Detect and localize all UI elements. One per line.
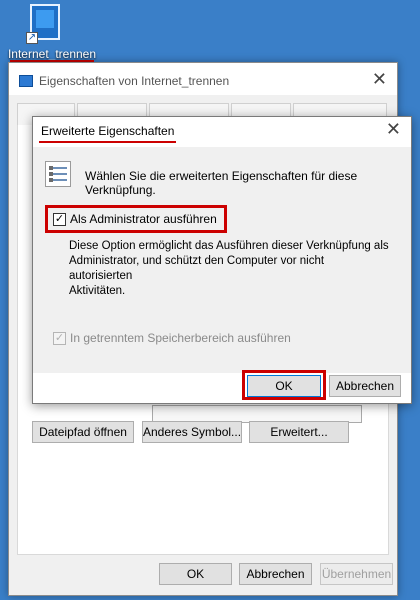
window-titlebar[interactable]: Eigenschaften von Internet_trennen ✕ bbox=[9, 63, 397, 95]
run-as-admin-label[interactable]: Als Administrator ausführen bbox=[70, 212, 217, 226]
separate-memory-label: In getrenntem Speicherbereich ausführen bbox=[70, 331, 291, 345]
window-cancel-button[interactable]: Abbrechen bbox=[239, 563, 312, 585]
run-as-admin-checkbox[interactable]: ✓ bbox=[53, 212, 66, 226]
advanced-properties-dialog: Erweiterte Eigenschaften ✕ Wählen Sie di… bbox=[32, 116, 412, 404]
change-icon-button[interactable]: Anderes Symbol... bbox=[142, 421, 242, 443]
dialog-close-icon[interactable]: ✕ bbox=[386, 119, 401, 140]
list-properties-icon bbox=[45, 161, 71, 187]
run-as-admin-row[interactable]: ✓ Als Administrator ausführen bbox=[45, 205, 227, 233]
window-apply-button: Übernehmen bbox=[320, 563, 393, 585]
open-path-button[interactable]: Dateipfad öffnen bbox=[32, 421, 134, 443]
desktop-shortcut-label: Internet_trennen bbox=[4, 47, 100, 62]
shortcut-app-icon bbox=[19, 75, 33, 87]
run-as-admin-description: Diese Option ermöglicht das Ausführen di… bbox=[69, 239, 389, 299]
advanced-button[interactable]: Erweitert... bbox=[249, 421, 349, 443]
separate-memory-row: ✓ In getrenntem Speicherbereich ausführe… bbox=[53, 331, 291, 345]
description-line: Aktivitäten. bbox=[69, 285, 126, 297]
dialog-cancel-button[interactable]: Abbrechen bbox=[329, 375, 401, 397]
dialog-ok-button[interactable]: OK bbox=[247, 375, 321, 397]
desktop-shortcut[interactable]: ↗ Internet_trennen bbox=[4, 2, 100, 64]
window-ok-button[interactable]: OK bbox=[159, 563, 232, 585]
dialog-title: Erweiterte Eigenschaften bbox=[38, 124, 177, 143]
window-title: Eigenschaften von Internet_trennen bbox=[39, 74, 230, 88]
shortcut-arrow-icon: ↗ bbox=[26, 32, 38, 44]
description-line: Diese Option ermöglicht das Ausführen di… bbox=[69, 240, 389, 252]
separate-memory-checkbox: ✓ bbox=[53, 331, 66, 345]
description-line: Administrator, und schützt den Computer … bbox=[69, 255, 325, 282]
dialog-info-text: Wählen Sie die erweiterten Eigenschaften… bbox=[85, 169, 358, 197]
dialog-body: Wählen Sie die erweiterten Eigenschaften… bbox=[33, 147, 411, 373]
window-close-icon[interactable]: ✕ bbox=[372, 69, 387, 90]
